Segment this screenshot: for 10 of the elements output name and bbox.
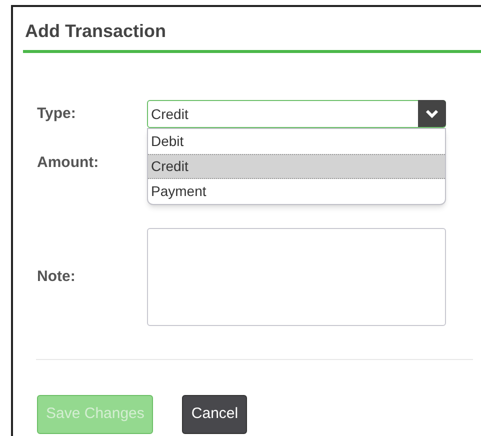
- dropdown-option[interactable]: Payment: [148, 179, 445, 204]
- dropdown-option[interactable]: Debit: [148, 129, 445, 154]
- dropdown-option[interactable]: Credit: [148, 154, 445, 179]
- chevron-down-icon[interactable]: [418, 100, 446, 127]
- type-label: Type:: [37, 104, 77, 124]
- amount-label: Amount:: [37, 153, 99, 173]
- type-select[interactable]: Credit: [147, 100, 446, 128]
- cancel-button[interactable]: Cancel: [182, 395, 248, 434]
- note-label: Note:: [37, 266, 76, 287]
- dialog-title: Add Transaction: [24, 20, 168, 43]
